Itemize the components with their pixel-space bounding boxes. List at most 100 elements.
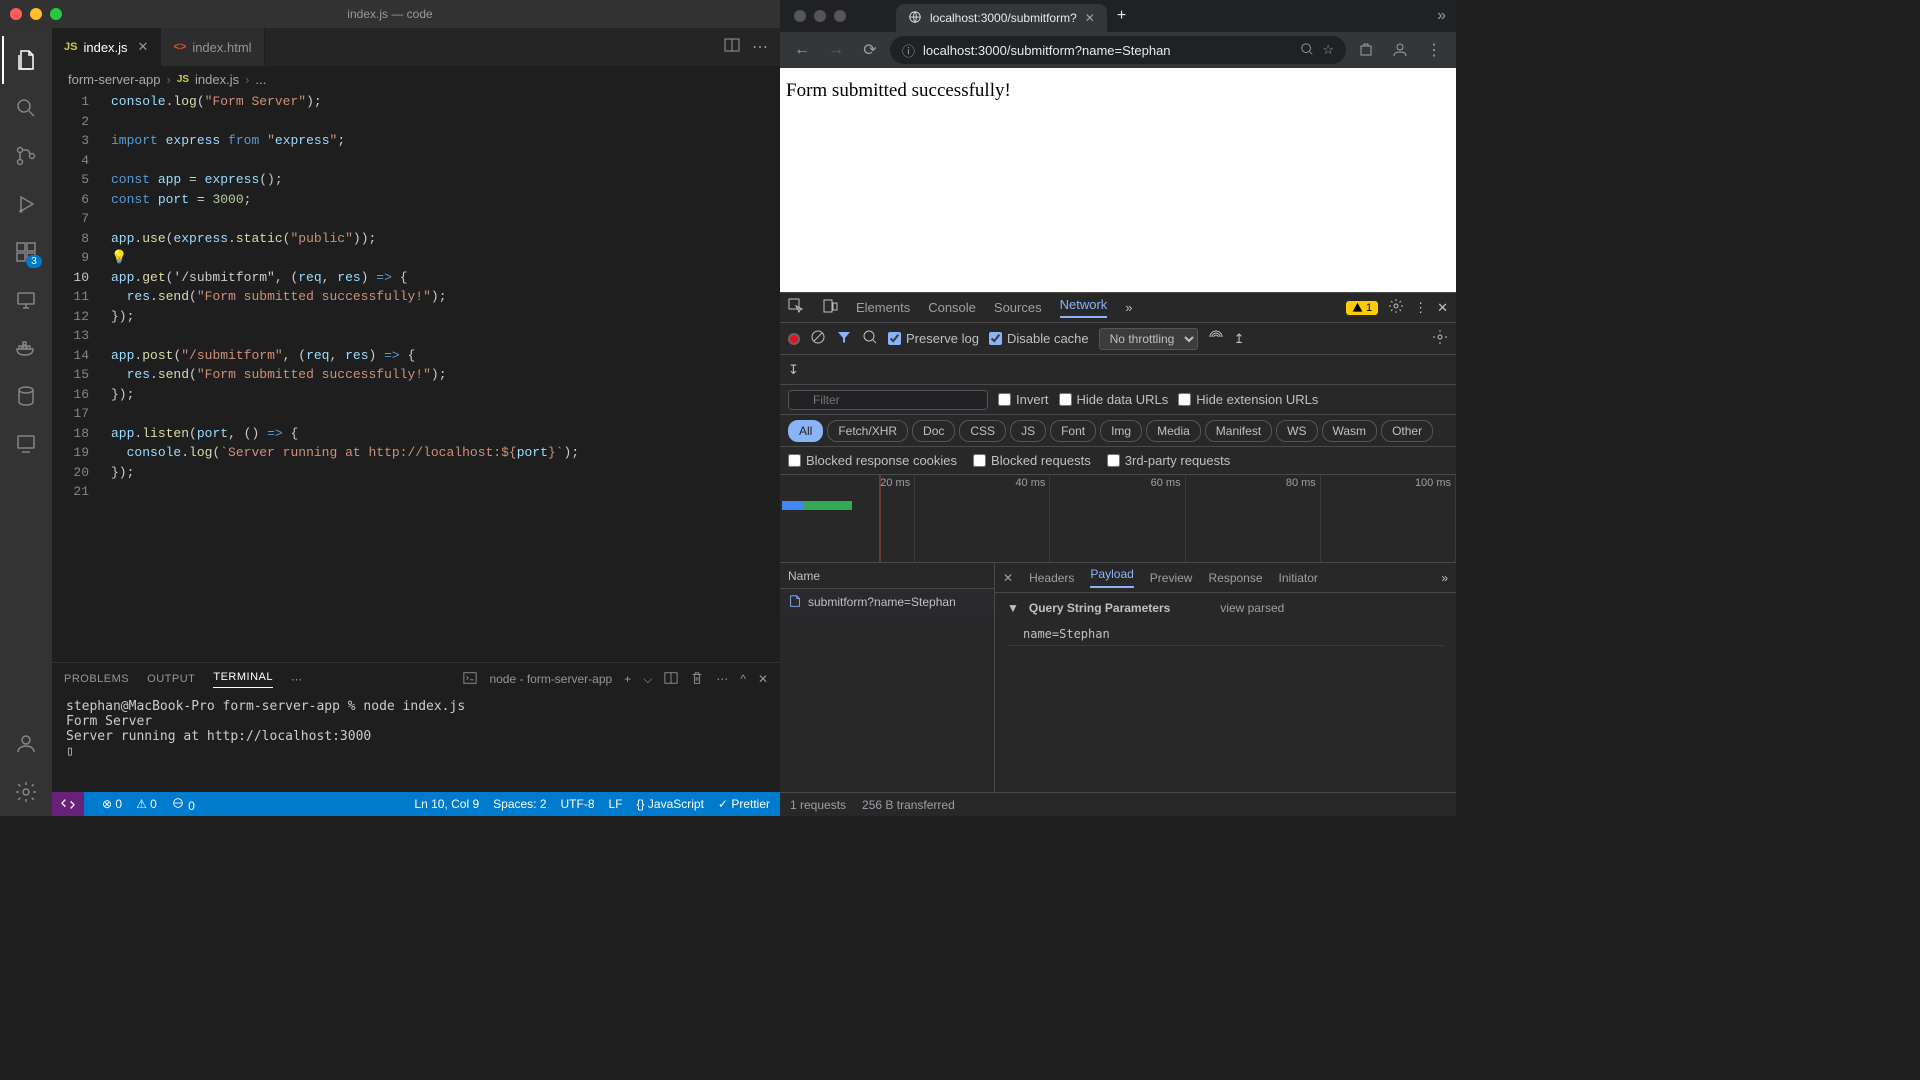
extensions-icon[interactable]: 3 — [2, 228, 50, 276]
new-tab-button[interactable]: + — [1107, 7, 1136, 25]
close-detail-icon[interactable]: ✕ — [1003, 571, 1013, 585]
devtools-tab-sources[interactable]: Sources — [994, 300, 1042, 315]
more-actions-icon[interactable]: ⋯ — [752, 37, 768, 58]
explorer-icon[interactable] — [2, 36, 50, 84]
type-filter-font[interactable]: Font — [1050, 420, 1096, 442]
disable-cache-checkbox[interactable]: Disable cache — [989, 331, 1089, 346]
close-panel-icon[interactable]: ✕ — [758, 672, 768, 686]
panel-tab-problems[interactable]: PROBLEMS — [64, 673, 129, 685]
devtools-settings-icon[interactable] — [1388, 298, 1404, 317]
clear-icon[interactable] — [810, 329, 826, 348]
chrome-menu-icon[interactable]: ⋮ — [1420, 36, 1448, 64]
search-network-icon[interactable] — [862, 329, 878, 348]
view-parsed-link[interactable]: view parsed — [1220, 601, 1284, 615]
bookmark-star-icon[interactable]: ☆ — [1322, 42, 1334, 58]
detail-tab-headers[interactable]: Headers — [1029, 571, 1074, 585]
preserve-log-checkbox[interactable]: Preserve log — [888, 331, 979, 346]
hide-data-urls-checkbox[interactable]: Hide data URLs — [1059, 392, 1169, 407]
devtools-tab-network[interactable]: Network — [1060, 297, 1108, 318]
panel-tab-output[interactable]: OUTPUT — [147, 673, 195, 685]
status-spaces[interactable]: Spaces: 2 — [493, 797, 546, 811]
status-warnings[interactable]: ⚠ 0 — [136, 797, 157, 811]
network-settings-icon[interactable] — [1432, 329, 1448, 348]
close-window-button[interactable] — [794, 10, 806, 22]
minimize-window-button[interactable] — [30, 8, 42, 20]
run-debug-icon[interactable] — [2, 180, 50, 228]
tab-index-js[interactable]: JS index.js ✕ — [52, 28, 161, 66]
hide-extension-urls-checkbox[interactable]: Hide extension URLs — [1178, 392, 1318, 407]
code-editor[interactable]: 123456789101112131415161718192021 consol… — [52, 92, 780, 662]
panel-tab-terminal[interactable]: TERMINAL — [213, 671, 273, 688]
detail-tab-payload[interactable]: Payload — [1090, 567, 1133, 588]
maximize-window-button[interactable] — [834, 10, 846, 22]
type-filter-all[interactable]: All — [788, 420, 823, 442]
remote-explorer-icon[interactable] — [2, 420, 50, 468]
payload-section-header[interactable]: ▼ Query String Parameters view parsed — [1007, 601, 1444, 615]
devtools-tab-elements[interactable]: Elements — [856, 300, 910, 315]
breadcrumb[interactable]: form-server-app › JS index.js › ... — [52, 66, 780, 92]
docker-icon[interactable] — [2, 324, 50, 372]
more-terminal-icon[interactable]: ⋯ — [716, 672, 728, 686]
extensions-toolbar-icon[interactable] — [1352, 36, 1380, 64]
filter-toggle-icon[interactable] — [836, 329, 852, 348]
detail-tab-response[interactable]: Response — [1208, 571, 1262, 585]
terminal-dropdown-icon[interactable]: ⌵ — [643, 672, 652, 687]
invert-checkbox[interactable]: Invert — [998, 392, 1049, 407]
profile-avatar-icon[interactable] — [1386, 36, 1414, 64]
blocked-requests-checkbox[interactable]: Blocked requests — [973, 453, 1091, 468]
new-terminal-icon[interactable]: + — [624, 672, 631, 686]
inspect-icon[interactable] — [788, 298, 804, 317]
terminal-output[interactable]: stephan@MacBook-Pro form-server-app % no… — [52, 695, 780, 792]
expand-tabs-icon[interactable]: » — [1427, 7, 1456, 25]
account-icon[interactable] — [2, 720, 50, 768]
type-filter-wasm[interactable]: Wasm — [1322, 420, 1378, 442]
third-party-checkbox[interactable]: 3rd-party requests — [1107, 453, 1231, 468]
remote-indicator[interactable] — [52, 792, 84, 816]
more-tabs-icon[interactable]: » — [1125, 300, 1132, 315]
tab-index-html[interactable]: <> index.html — [161, 28, 264, 66]
close-window-button[interactable] — [10, 8, 22, 20]
status-cursor[interactable]: Ln 10, Col 9 — [414, 797, 479, 811]
request-row[interactable]: submitform?name=Stephan — [780, 589, 994, 615]
status-port[interactable]: 0 — [171, 796, 195, 813]
kill-terminal-icon[interactable] — [690, 671, 704, 688]
status-lang[interactable]: {} JavaScript — [637, 797, 704, 811]
type-filter-ws[interactable]: WS — [1276, 420, 1317, 442]
maximize-window-button[interactable] — [50, 8, 62, 20]
more-detail-tabs-icon[interactable]: » — [1441, 571, 1448, 585]
timeline[interactable]: 20 ms40 ms60 ms80 ms100 ms — [780, 475, 1456, 563]
devtools-tab-console[interactable]: Console — [928, 300, 976, 315]
detail-tab-initiator[interactable]: Initiator — [1279, 571, 1318, 585]
network-conditions-icon[interactable] — [1208, 329, 1224, 348]
type-filter-fetchxhr[interactable]: Fetch/XHR — [827, 420, 908, 442]
zoom-icon[interactable] — [1300, 42, 1314, 59]
sqlite-icon[interactable] — [2, 372, 50, 420]
filter-input[interactable] — [788, 390, 988, 410]
name-column-header[interactable]: Name — [780, 563, 994, 589]
detail-tab-preview[interactable]: Preview — [1150, 571, 1193, 585]
status-errors[interactable]: ⊗ 0 — [102, 797, 122, 811]
close-tab-icon[interactable]: ✕ — [1085, 11, 1095, 25]
close-tab-icon[interactable]: ✕ — [138, 39, 149, 55]
devtools-menu-icon[interactable]: ⋮ — [1414, 300, 1427, 316]
throttling-select[interactable]: No throttling — [1099, 328, 1198, 350]
blocked-cookies-checkbox[interactable]: Blocked response cookies — [788, 453, 957, 468]
split-editor-icon[interactable] — [724, 37, 740, 58]
back-button[interactable]: ← — [788, 36, 816, 64]
settings-gear-icon[interactable] — [2, 768, 50, 816]
type-filter-img[interactable]: Img — [1100, 420, 1142, 442]
forward-button[interactable]: → — [822, 36, 850, 64]
warnings-badge[interactable]: 1 — [1346, 301, 1378, 315]
maximize-panel-icon[interactable]: ^ — [740, 672, 746, 686]
import-har-icon[interactable]: ↥ — [1234, 331, 1245, 347]
type-filter-js[interactable]: JS — [1010, 420, 1046, 442]
device-toggle-icon[interactable] — [822, 298, 838, 317]
address-bar[interactable]: ⓘ localhost:3000/submitform?name=Stephan… — [890, 36, 1346, 64]
search-icon[interactable] — [2, 84, 50, 132]
split-terminal-icon[interactable] — [664, 671, 678, 688]
remote-icon[interactable] — [2, 276, 50, 324]
type-filter-media[interactable]: Media — [1146, 420, 1201, 442]
minimize-window-button[interactable] — [814, 10, 826, 22]
code-content[interactable]: console.log("Form Server"); import expre… — [107, 92, 780, 662]
close-devtools-icon[interactable]: ✕ — [1437, 300, 1448, 316]
